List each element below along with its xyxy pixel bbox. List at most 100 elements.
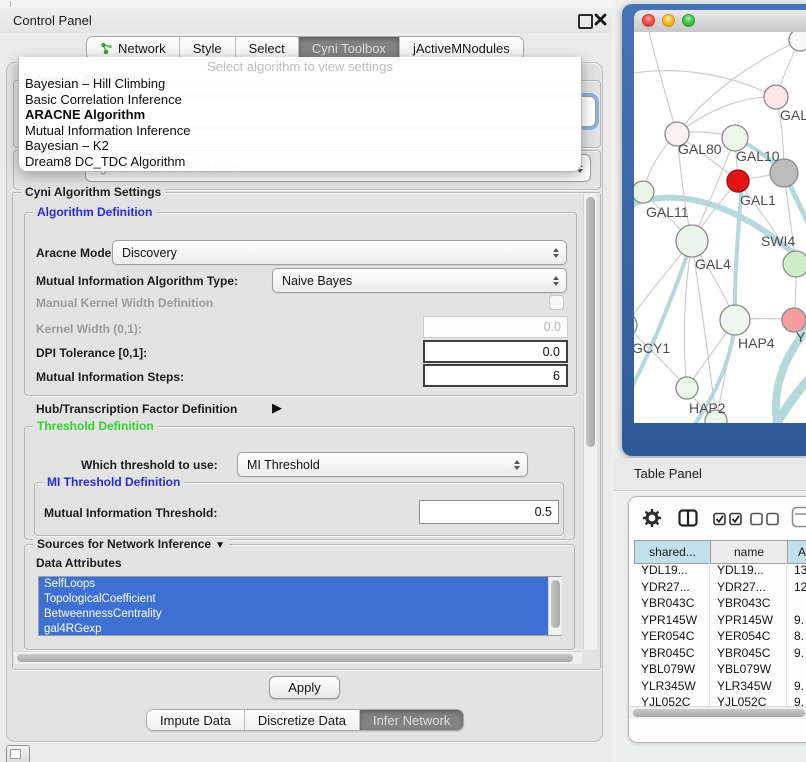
- scrollbar-thumb[interactable]: [633, 709, 805, 717]
- column-header[interactable]: name: [711, 541, 788, 563]
- button-label: Apply: [288, 680, 321, 695]
- kernel-width-field[interactable]: 0.0: [423, 316, 568, 338]
- algorithm-option[interactable]: Mutual Information Inference: [19, 123, 581, 139]
- data-attribute-option[interactable]: TopologicalCoefficient: [39, 592, 549, 607]
- float-window-icon[interactable]: [578, 14, 593, 29]
- mi-threshold-field[interactable]: 0.5: [419, 500, 559, 524]
- table-cell[interactable]: [787, 661, 806, 678]
- table-cell[interactable]: YLR345W: [634, 678, 710, 695]
- close-traffic-light[interactable]: [642, 14, 655, 27]
- table-row[interactable]: YPR145WYPR145W9.: [634, 612, 806, 629]
- table-cell[interactable]: YDR27...: [710, 579, 787, 596]
- mi-steps-field[interactable]: 6: [423, 364, 568, 387]
- minimized-panel-icon[interactable]: [6, 745, 30, 762]
- data-attributes-list[interactable]: SelfLoopsTopologicalCoefficientBetweenne…: [38, 576, 562, 636]
- attribute-list-vscrollbar[interactable]: [548, 577, 562, 635]
- tab-discretize-data[interactable]: Discretize Data: [245, 710, 360, 730]
- node-hap4[interactable]: [720, 305, 750, 335]
- table-cell[interactable]: 9.: [787, 645, 806, 662]
- algorithm-option[interactable]: Bayesian – Hill Climbing: [19, 76, 581, 92]
- dpi-tolerance-field[interactable]: 0.0: [423, 340, 568, 363]
- network-graph[interactable]: GALGAL80GAL10GAL1GAL11GAL4SWI4HAP4YGCY1H…: [634, 32, 806, 423]
- node-gal1[interactable]: [727, 170, 749, 192]
- settings-hscrollbar[interactable]: [14, 651, 582, 664]
- node-hap2[interactable]: [676, 377, 698, 399]
- table-cell[interactable]: YER054C: [710, 628, 787, 645]
- network-window-titlebar[interactable]: [634, 10, 806, 33]
- table-cell[interactable]: 9.: [787, 694, 806, 706]
- table-cell[interactable]: YLR345W: [710, 678, 787, 695]
- apply-button[interactable]: Apply: [269, 676, 340, 699]
- table-row[interactable]: YER054CYER054C8.: [634, 628, 806, 645]
- scrollbar-thumb[interactable]: [17, 654, 573, 662]
- gear-icon[interactable]: [642, 508, 662, 528]
- tab-infer-network[interactable]: Infer Network: [360, 710, 463, 730]
- expand-arrow-icon[interactable]: ▼: [215, 540, 225, 551]
- data-attribute-option[interactable]: SelfLoops: [39, 577, 549, 592]
- table-cell[interactable]: YBR045C: [634, 645, 710, 662]
- select-all-columns-icon[interactable]: [713, 512, 743, 526]
- table-row[interactable]: YBL079WYBL079W: [634, 661, 806, 678]
- tab-impute-data[interactable]: Impute Data: [147, 710, 245, 730]
- table-row[interactable]: YDL19...YDL19...13: [634, 562, 806, 579]
- table-cell[interactable]: [787, 595, 806, 612]
- column-header[interactable]: shared...: [635, 541, 711, 563]
- table-cell[interactable]: YPR145W: [634, 612, 710, 629]
- table-cell[interactable]: YDL19...: [634, 562, 710, 579]
- table-cell[interactable]: 12: [787, 579, 806, 596]
- table-row[interactable]: YLR345WYLR345W9.: [634, 678, 806, 695]
- node-swi4[interactable]: [783, 251, 806, 277]
- table-cell[interactable]: 13: [787, 562, 806, 579]
- node-top-partial[interactable]: [789, 32, 806, 51]
- table-cell[interactable]: YBR043C: [634, 595, 710, 612]
- data-attribute-option[interactable]: BetweennessCentrality: [39, 607, 549, 622]
- table-row[interactable]: YBR043CYBR043C: [634, 595, 806, 612]
- table-cell[interactable]: YDL19...: [710, 562, 787, 579]
- algorithm-option[interactable]: Basic Correlation Inference: [19, 92, 581, 108]
- table-cell[interactable]: 9.: [787, 678, 806, 695]
- algorithm-option[interactable]: ARACNE Algorithm: [19, 107, 581, 123]
- column-header[interactable]: A: [788, 541, 806, 563]
- table-cell[interactable]: YDR27...: [634, 579, 710, 596]
- table-hscrollbar[interactable]: [629, 706, 806, 719]
- table-cell[interactable]: YJL052C: [710, 694, 787, 706]
- table-row[interactable]: YJL052CYJL052C9.: [634, 694, 806, 706]
- aracne-mode-combo[interactable]: Discovery: [112, 240, 567, 265]
- manual-kernel-checkbox[interactable]: [549, 295, 564, 310]
- split-columns-icon[interactable]: [678, 509, 698, 527]
- tab-style[interactable]: Style: [180, 37, 236, 59]
- table-cell[interactable]: 9.: [787, 612, 806, 629]
- table-row[interactable]: YDR27...YDR27...12: [634, 579, 806, 596]
- mi-algorithm-type-combo[interactable]: Naive Bayes: [272, 268, 567, 293]
- which-threshold-combo[interactable]: MI Threshold: [237, 452, 528, 477]
- table-options-icon[interactable]: [791, 506, 806, 528]
- algorithm-option[interactable]: Dream8 DC_TDC Algorithm: [19, 154, 581, 170]
- scrollbar-thumb[interactable]: [551, 580, 560, 628]
- scrollbar-thumb[interactable]: [586, 197, 595, 447]
- table-row[interactable]: YBR045CYBR045C9.: [634, 645, 806, 662]
- collapse-arrow-icon[interactable]: ▶: [272, 400, 282, 416]
- table-cell[interactable]: YBL079W: [634, 661, 710, 678]
- table-cell[interactable]: YER054C: [634, 628, 710, 645]
- tab-select[interactable]: Select: [236, 37, 299, 59]
- data-attribute-option[interactable]: gal4RGexp: [39, 622, 549, 636]
- table-cell[interactable]: 8.: [787, 628, 806, 645]
- tab-jactivemnodules[interactable]: jActiveMNodules: [400, 37, 523, 59]
- table-cell[interactable]: YJL052C: [634, 694, 710, 706]
- table-cell[interactable]: YBR043C: [710, 595, 787, 612]
- table-cell[interactable]: YBR045C: [710, 645, 787, 662]
- node-gcy1[interactable]: [634, 314, 637, 336]
- node-gal4[interactable]: [676, 225, 708, 257]
- deselect-all-columns-icon[interactable]: [750, 512, 780, 526]
- tab-network[interactable]: Network: [87, 37, 180, 59]
- tab-cyni-toolbox[interactable]: Cyni Toolbox: [299, 37, 400, 59]
- minimize-traffic-light[interactable]: [662, 14, 675, 27]
- table-cell[interactable]: YPR145W: [710, 612, 787, 629]
- table-cell[interactable]: YBL079W: [710, 661, 787, 678]
- algorithm-option[interactable]: Bayesian – K2: [19, 138, 581, 154]
- close-icon[interactable]: [594, 13, 607, 26]
- settings-vscrollbar[interactable]: [583, 194, 597, 650]
- node-gal-partial[interactable]: [764, 85, 788, 109]
- node-gal11[interactable]: [634, 181, 654, 203]
- zoom-traffic-light[interactable]: [682, 14, 695, 27]
